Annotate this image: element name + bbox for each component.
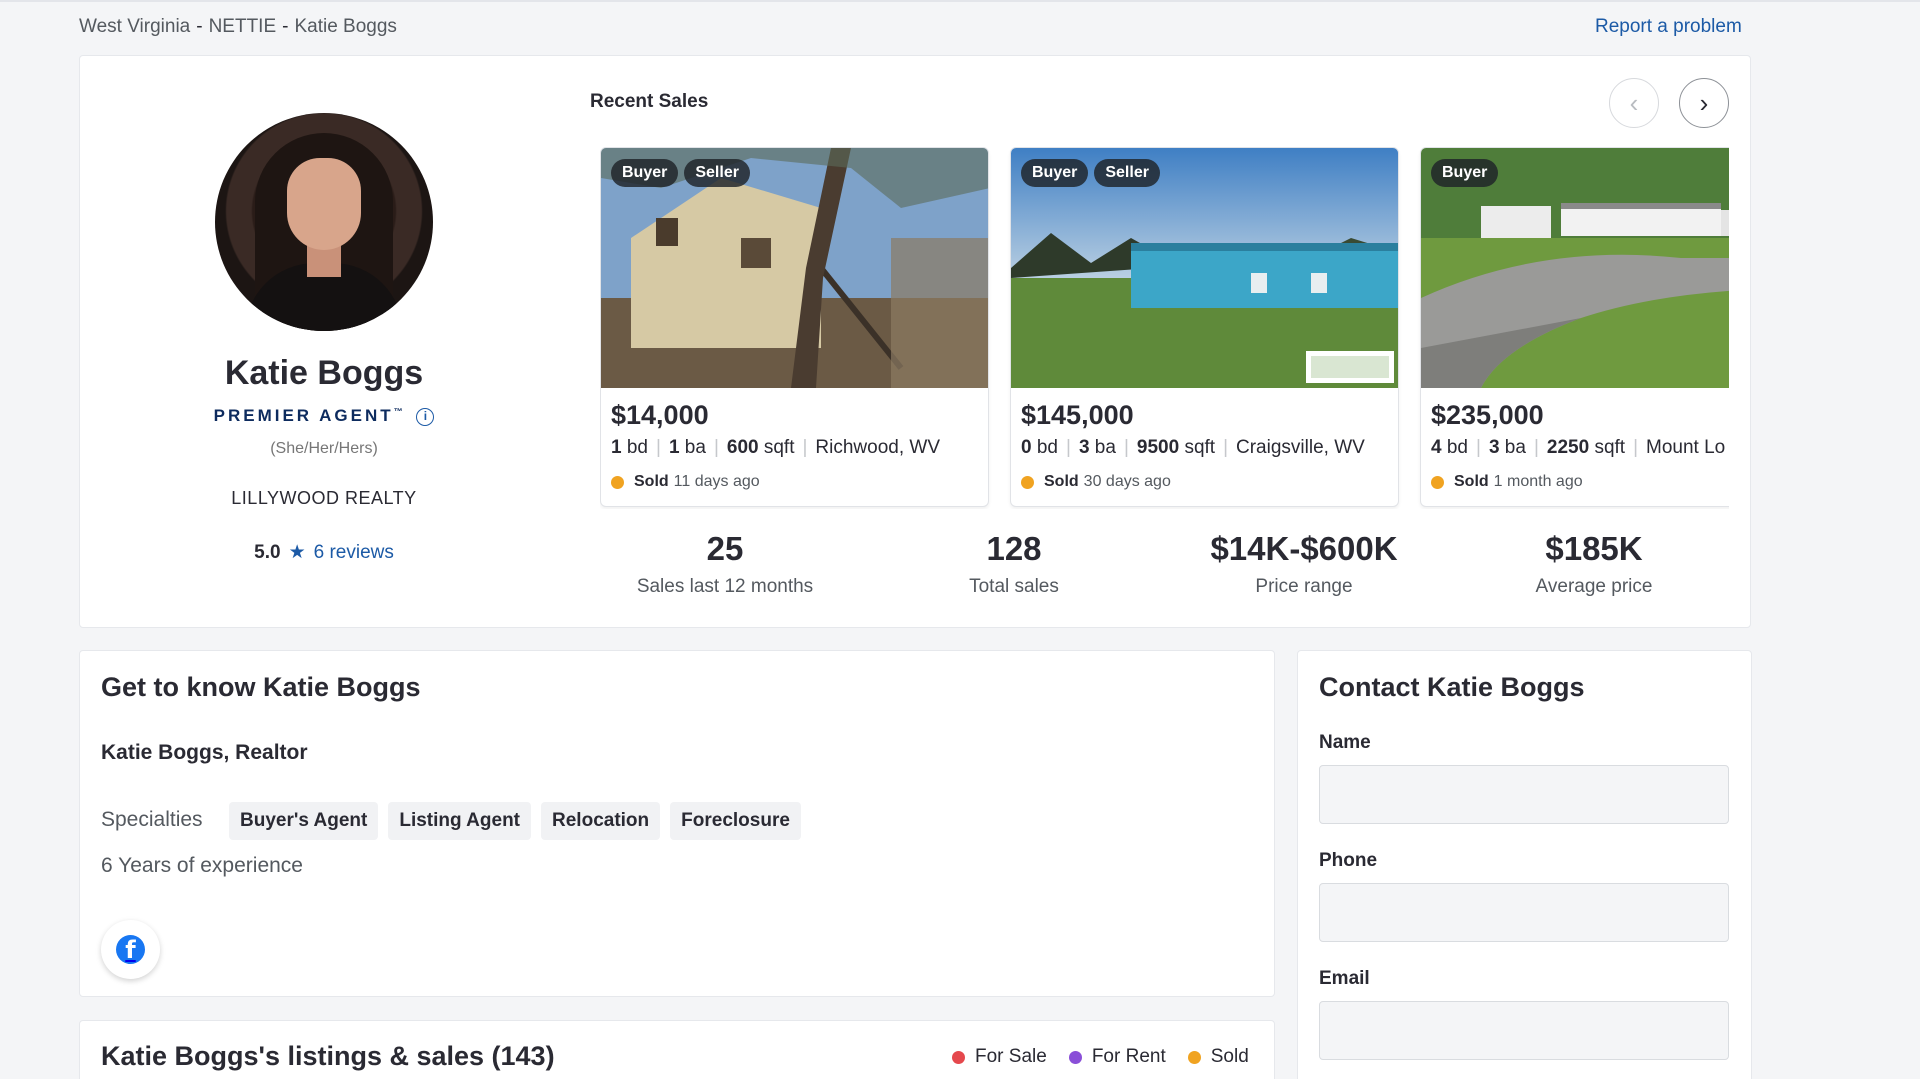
agent-rating: 5.0 ★ 6 reviews <box>79 541 569 564</box>
report-problem-link[interactable]: Report a problem <box>1595 16 1742 38</box>
specialty-chip: Buyer's Agent <box>229 802 379 840</box>
sale-badges: Buyer <box>1431 159 1499 187</box>
chevron-right-icon: › <box>1699 87 1709 118</box>
agent-avatar <box>215 113 433 331</box>
top-divider <box>0 0 1920 2</box>
seller-badge: Seller <box>684 159 750 187</box>
stat-value: $14K-$600K <box>1210 530 1398 567</box>
carousel-next-button[interactable]: › <box>1679 78 1729 128</box>
stat-label: Sales last 12 months <box>636 576 814 597</box>
stat-label: Total sales <box>969 576 1059 597</box>
agent-brokerage: LILLYWOOD REALTY <box>231 488 417 508</box>
sale-status: Sold 30 days ago <box>1021 473 1171 491</box>
about-subtitle: Katie Boggs, Realtor <box>101 741 308 764</box>
chevron-left-icon: ‹ <box>1629 87 1639 118</box>
stat-value: 25 <box>706 530 744 567</box>
premier-agent-label: PREMIER AGENT <box>213 406 394 425</box>
sale-card[interactable]: Buyer Seller $14,000 1 bd | 1 ba | 600 sqft |… <box>600 147 989 507</box>
premier-agent-badge: PREMIER AGENT™ i <box>79 406 569 426</box>
buyer-badge: Buyer <box>611 159 679 187</box>
sale-location: Mount Lo <box>1646 437 1726 458</box>
sale-price: $235,000 <box>1431 400 1544 430</box>
recent-sales-carousel: Buyer Seller $14,000 1 bd | 1 ba | 600 sqft |… <box>600 147 1729 509</box>
stat-sales-12-months: 25 Sales last 12 months <box>600 530 850 598</box>
breadcrumb-separator: - <box>282 16 289 37</box>
rating-score: 5.0 <box>254 542 281 563</box>
specialties-label: Specialties <box>101 808 203 831</box>
legend-sold[interactable]: Sold <box>1187 1046 1249 1068</box>
breadcrumb-agent[interactable]: Katie Boggs <box>294 16 396 38</box>
buyer-badge: Buyer <box>1021 159 1089 187</box>
breadcrumb-state[interactable]: West Virginia <box>79 16 190 38</box>
facebook-button[interactable]: f <box>101 920 160 979</box>
sale-photo: Buyer <box>1421 148 1729 388</box>
specialty-chip: Foreclosure <box>670 802 801 840</box>
stat-total-sales: 128 Total sales <box>889 530 1139 598</box>
legend-for-rent[interactable]: For Rent <box>1068 1046 1166 1068</box>
sale-card[interactable]: Buyer Seller $145,000 0 bd | 3 ba | 9500 sqf… <box>1010 147 1399 507</box>
for-sale-dot-icon <box>952 1050 965 1064</box>
stat-average-price: $185K Average price <box>1469 530 1719 598</box>
stat-value: 128 <box>986 530 1042 567</box>
email-label: Email <box>1319 968 1370 989</box>
stat-value: $185K <box>1545 530 1643 567</box>
buyer-badge: Buyer <box>1431 159 1499 187</box>
sale-price: $14,000 <box>611 400 709 430</box>
sale-details: 0 bd | 3 ba | 9500 sqft | Craigsville, WV <box>1021 437 1365 458</box>
contact-title: Contact Katie Boggs <box>1319 672 1585 702</box>
listings-legend: For Sale For Rent Sold <box>952 1046 1249 1068</box>
sale-location: Craigsville, WV <box>1236 437 1365 458</box>
sold-dot-icon <box>611 475 624 489</box>
sold-dot-icon <box>1021 475 1034 489</box>
sold-dot-icon <box>1187 1050 1201 1064</box>
sale-status: Sold 11 days ago <box>611 473 760 491</box>
stat-label: Average price <box>1535 576 1653 597</box>
sale-photo: Buyer Seller <box>1011 148 1398 388</box>
for-rent-dot-icon <box>1068 1050 1082 1064</box>
recent-sales-title: Recent Sales <box>590 91 709 112</box>
breadcrumb-city[interactable]: NETTIE <box>209 16 277 38</box>
specialty-chip: Listing Agent <box>388 802 532 840</box>
seller-badge: Seller <box>1094 159 1160 187</box>
sale-status: Sold 1 month ago <box>1431 473 1583 491</box>
legend-for-sale[interactable]: For Sale <box>952 1046 1047 1068</box>
info-icon[interactable]: i <box>416 407 435 426</box>
carousel-prev-button[interactable]: ‹ <box>1609 78 1659 128</box>
sale-badges: Buyer Seller <box>611 159 750 187</box>
agent-pronouns: (She/Her/Hers) <box>270 440 378 457</box>
star-icon: ★ <box>288 542 306 563</box>
sold-dot-icon <box>1431 475 1444 489</box>
email-field[interactable] <box>1319 1001 1729 1060</box>
sale-price: $145,000 <box>1021 400 1134 430</box>
sale-badges: Buyer Seller <box>1021 159 1160 187</box>
name-label: Name <box>1319 732 1371 753</box>
phone-field[interactable] <box>1319 883 1729 942</box>
sale-card[interactable]: Buyer $235,000 4 bd | 3 ba | 2250 sqft | Mount… <box>1420 147 1729 507</box>
reviews-link[interactable]: 6 reviews <box>314 542 394 563</box>
breadcrumb: West Virginia - NETTIE - Katie Boggs <box>79 16 397 38</box>
phone-label: Phone <box>1319 850 1378 871</box>
stat-price-range: $14K-$600K Price range <box>1179 530 1429 598</box>
stat-label: Price range <box>1255 576 1353 597</box>
sale-location: Richwood, WV <box>815 437 941 458</box>
specialty-chip: Relocation <box>541 802 661 840</box>
sale-details: 4 bd | 3 ba | 2250 sqft | Mount Lo <box>1431 437 1726 458</box>
years-experience: 6 Years of experience <box>101 854 303 877</box>
name-field[interactable] <box>1319 765 1729 824</box>
sale-photo: Buyer Seller <box>601 148 988 388</box>
specialties-list: Buyer's Agent Listing Agent Relocation F… <box>229 802 801 840</box>
about-title: Get to know Katie Boggs <box>101 672 421 702</box>
sale-details: 1 bd | 1 ba | 600 sqft | Richwood, WV <box>611 437 941 458</box>
agent-name: Katie Boggs <box>224 354 424 392</box>
listings-title: Katie Boggs's listings & sales (143) <box>101 1041 555 1071</box>
facebook-icon: f <box>116 935 145 964</box>
breadcrumb-separator: - <box>196 16 203 37</box>
